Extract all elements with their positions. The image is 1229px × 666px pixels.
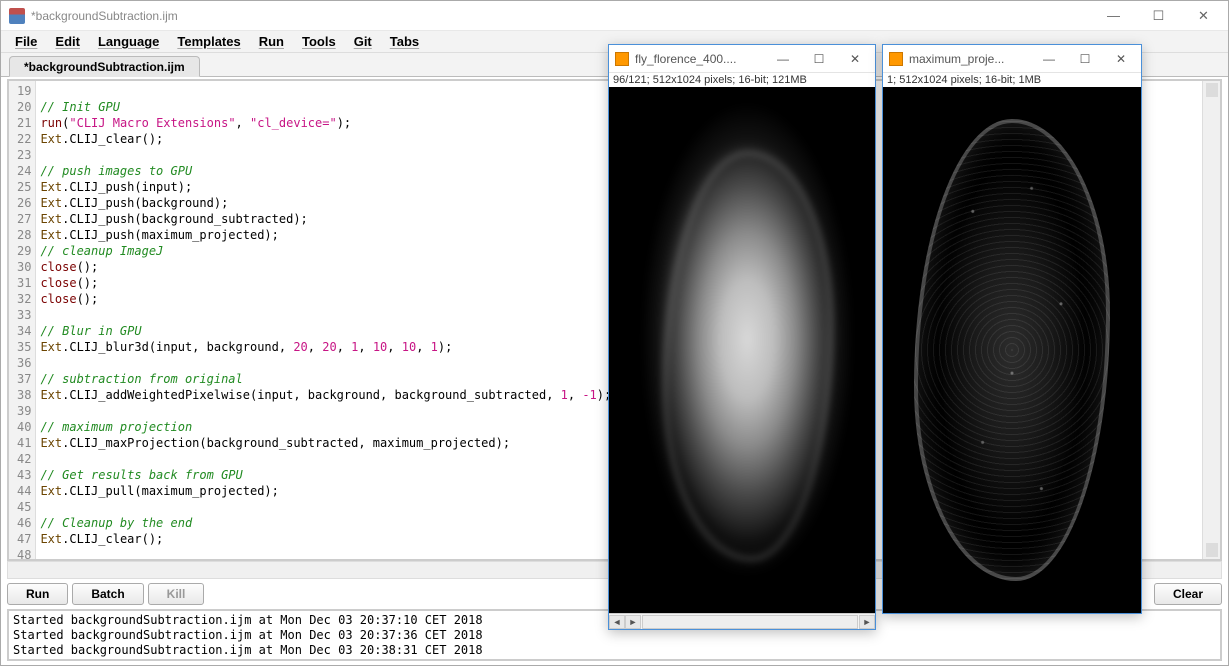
menu-tabs[interactable]: Tabs	[382, 32, 427, 51]
image-info: 96/121; 512x1024 pixels; 16-bit; 121MB	[609, 73, 875, 87]
close-button[interactable]: ✕	[1181, 2, 1226, 30]
menu-language[interactable]: Language	[90, 32, 167, 51]
java-icon	[9, 8, 25, 24]
run-button[interactable]: Run	[7, 583, 68, 605]
image-info: 1; 512x1024 pixels; 16-bit; 1MB	[883, 73, 1141, 87]
image-canvas[interactable]	[609, 87, 875, 613]
image-slice-scrollbar[interactable]: ◄►►	[609, 613, 875, 629]
imagej-icon	[889, 52, 903, 66]
batch-button[interactable]: Batch	[72, 583, 143, 605]
image-title: maximum_proje...	[909, 52, 1031, 66]
image-titlebar[interactable]: maximum_proje...—☐✕	[883, 45, 1141, 73]
image-window-maxproj[interactable]: maximum_proje...—☐✕1; 512x1024 pixels; 1…	[882, 44, 1142, 614]
maximize-button[interactable]: ☐	[801, 52, 837, 66]
editor-vertical-scrollbar[interactable]	[1202, 81, 1220, 559]
titlebar[interactable]: *backgroundSubtraction.ijm — ☐ ✕	[1, 1, 1228, 31]
window-title: *backgroundSubtraction.ijm	[31, 9, 1091, 23]
image-title: fly_florence_400....	[635, 52, 765, 66]
image-titlebar[interactable]: fly_florence_400....—☐✕	[609, 45, 875, 73]
image-window-fly[interactable]: fly_florence_400....—☐✕96/121; 512x1024 …	[608, 44, 876, 630]
minimize-button[interactable]: —	[1091, 2, 1136, 30]
maximize-button[interactable]: ☐	[1067, 52, 1103, 66]
menu-templates[interactable]: Templates	[169, 32, 248, 51]
menu-edit[interactable]: Edit	[47, 32, 88, 51]
menu-run[interactable]: Run	[251, 32, 292, 51]
line-gutter: 1920212223242526272829303132333435363738…	[9, 81, 36, 559]
menu-tools[interactable]: Tools	[294, 32, 344, 51]
image-canvas[interactable]	[883, 87, 1141, 613]
close-button[interactable]: ✕	[1103, 52, 1139, 66]
minimize-button[interactable]: —	[1031, 52, 1067, 66]
menu-git[interactable]: Git	[346, 32, 380, 51]
file-tab[interactable]: *backgroundSubtraction.ijm	[9, 56, 200, 77]
minimize-button[interactable]: —	[765, 52, 801, 66]
maximize-button[interactable]: ☐	[1136, 2, 1181, 30]
close-button[interactable]: ✕	[837, 52, 873, 66]
clear-button[interactable]: Clear	[1154, 583, 1222, 605]
menu-file[interactable]: File	[7, 32, 45, 51]
imagej-icon	[615, 52, 629, 66]
kill-button[interactable]: Kill	[148, 583, 205, 605]
